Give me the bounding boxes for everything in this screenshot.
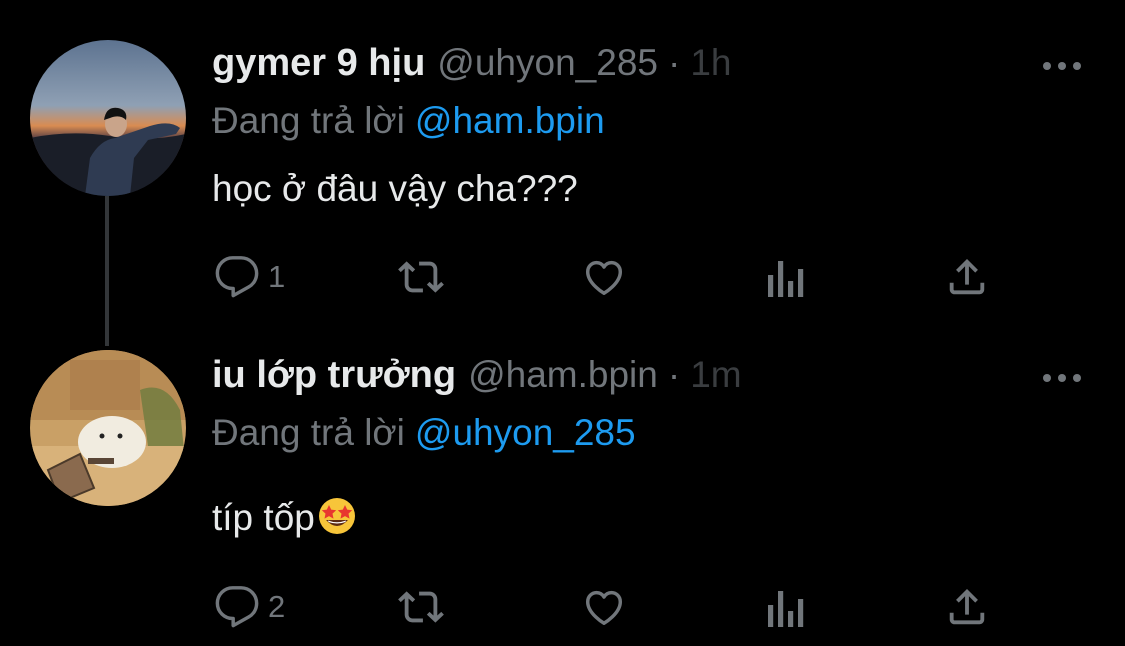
share-button[interactable] (944, 252, 990, 302)
analytics-icon (768, 261, 804, 297)
reply-icon (215, 586, 259, 628)
tweet-1[interactable]: gymer 9 hịu @uhyon_285 · 1h Đang trả lời… (0, 0, 1125, 320)
reply-count: 1 (268, 259, 286, 294)
tweet-header: gymer 9 hịu @uhyon_285 · 1h (212, 42, 731, 98)
retweet-button[interactable] (396, 252, 446, 302)
reply-count: 2 (268, 589, 286, 624)
timestamp[interactable]: 1h (690, 42, 731, 84)
replying-prefix: Đang trả lời (212, 100, 405, 141)
tweet-text-content: típ tốp (212, 497, 315, 538)
star-struck-emoji-icon (318, 498, 355, 534)
tweet-header: iu lớp trưởng @ham.bpin · 1m (212, 354, 742, 410)
like-icon (585, 260, 623, 296)
handle[interactable]: @uhyon_285 (437, 42, 658, 84)
like-icon (585, 590, 623, 626)
display-name[interactable]: iu lớp trưởng (212, 354, 456, 397)
action-bar: 2 (0, 582, 1125, 632)
like-button[interactable] (580, 252, 628, 302)
reply-button[interactable]: 2 (214, 582, 285, 632)
mention-link[interactable]: @ham.bpin (415, 100, 605, 141)
analytics-button[interactable] (766, 252, 806, 302)
share-icon (949, 588, 985, 625)
handle[interactable]: @ham.bpin (468, 354, 658, 396)
mention-link[interactable]: @uhyon_285 (415, 412, 636, 453)
separator-dot: · (667, 42, 681, 83)
reply-button[interactable]: 1 (214, 252, 285, 302)
analytics-button[interactable] (766, 582, 806, 632)
display-name[interactable]: gymer 9 hịu (212, 42, 425, 85)
tweet-text: típ tốp (212, 496, 357, 539)
replying-prefix: Đang trả lời (212, 412, 405, 453)
avatar[interactable] (30, 40, 186, 196)
action-bar: 1 (0, 252, 1125, 302)
tweet-2[interactable]: iu lớp trưởng @ham.bpin · 1m Đang trả lờ… (0, 320, 1125, 646)
more-icon[interactable] (1040, 368, 1084, 388)
analytics-icon (768, 591, 804, 627)
share-icon (949, 258, 985, 295)
replying-to: Đang trả lời @ham.bpin (212, 100, 605, 142)
timestamp[interactable]: 1m (690, 354, 741, 396)
separator-dot: · (667, 354, 681, 395)
tweet-text: học ở đâu vậy cha??? (212, 168, 578, 209)
reply-icon (215, 256, 259, 298)
avatar[interactable] (30, 350, 186, 506)
retweet-icon (398, 591, 444, 623)
retweet-button[interactable] (396, 582, 446, 632)
retweet-icon (398, 261, 444, 293)
more-icon[interactable] (1040, 56, 1084, 76)
share-button[interactable] (944, 582, 990, 632)
replying-to: Đang trả lời @uhyon_285 (212, 412, 636, 454)
like-button[interactable] (580, 582, 628, 632)
